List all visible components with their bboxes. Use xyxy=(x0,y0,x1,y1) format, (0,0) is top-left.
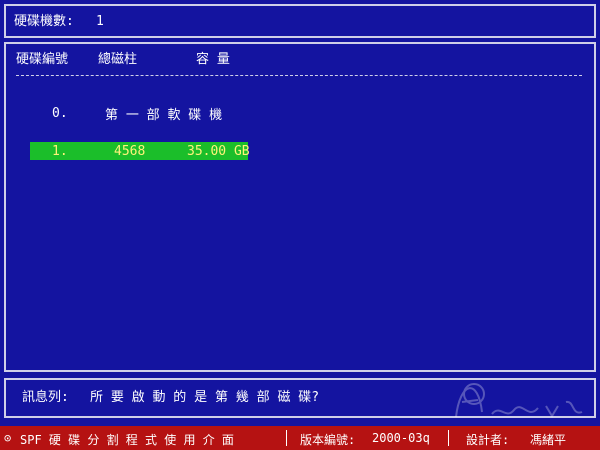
header-divider xyxy=(16,75,582,76)
spf-partition-screen: 硬碟機數: 1 硬碟編號 總磁柱 容 量 0. 第 一 部 軟 碟 機 1. 4… xyxy=(0,0,600,450)
status-separator xyxy=(286,430,287,446)
disk-count-label: 硬碟機數: xyxy=(14,14,74,29)
disk-row-id: 1. xyxy=(52,143,68,159)
column-header-disk-id: 硬碟編號 xyxy=(16,52,69,67)
designer-label: 設計者: xyxy=(466,433,510,447)
column-header-cylinders: 總磁柱 xyxy=(98,52,138,67)
copyright-icon: ⊙ xyxy=(4,431,12,445)
status-separator xyxy=(448,430,449,446)
disk-row-id: 0. xyxy=(52,105,68,121)
designer-value: 馮緒平 xyxy=(530,433,567,447)
disk-count-value: 1 xyxy=(96,14,104,29)
disk-row-cylinders: 4568 xyxy=(114,143,146,159)
signature-watermark-icon xyxy=(455,383,583,418)
column-header-capacity: 容 量 xyxy=(196,52,230,67)
status-bar: ⊙ SPF 硬 碟 分 割 程 式 使 用 介 面 版本編號: 2000-03q… xyxy=(0,426,600,450)
disk-row-name: 第 一 部 軟 碟 機 xyxy=(105,107,223,123)
message-text: 所 要 啟 動 的 是 第 幾 部 磁 碟? xyxy=(90,390,320,405)
version-label: 版本編號: xyxy=(300,433,356,447)
version-value: 2000-03q xyxy=(372,431,430,445)
disk-row-capacity: 35.00 GB xyxy=(187,143,250,159)
disk-list-panel xyxy=(4,42,596,372)
disk-row-selected[interactable]: 1. 4568 35.00 GB xyxy=(30,142,250,160)
app-name: SPF 硬 碟 分 割 程 式 使 用 介 面 xyxy=(20,433,234,447)
message-label: 訊息列: xyxy=(22,390,69,405)
disk-count-panel xyxy=(4,4,596,38)
